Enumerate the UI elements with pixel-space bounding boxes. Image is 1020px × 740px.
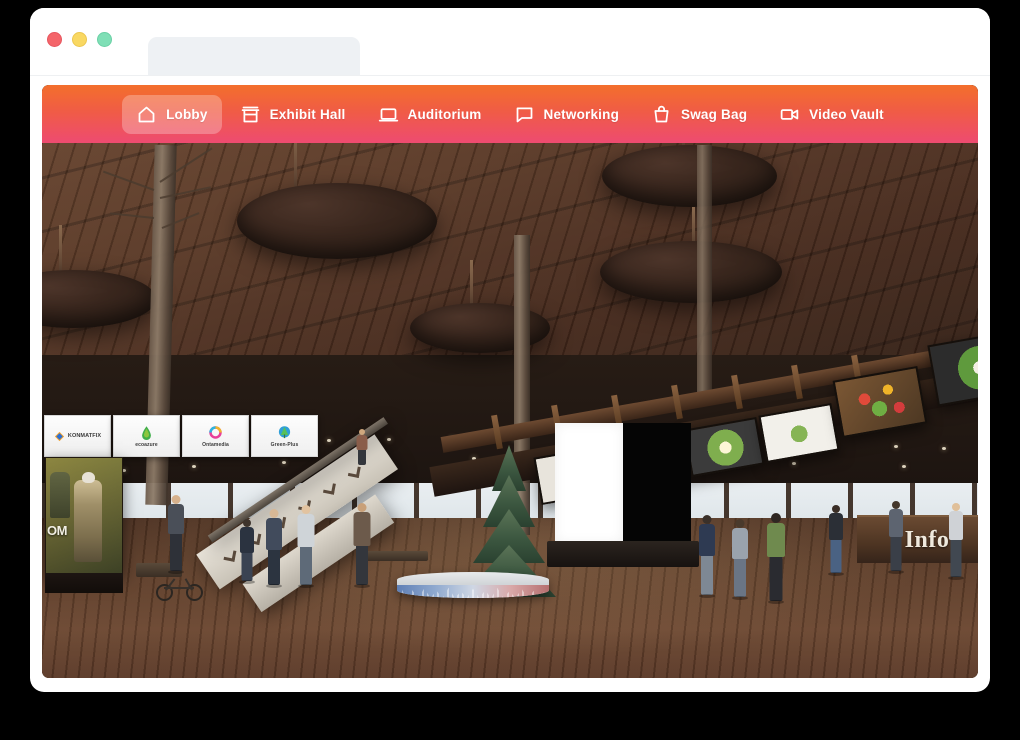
nav-label-networking: Networking (543, 106, 620, 122)
pendant-lamp (237, 183, 437, 259)
app-viewport: Lobby Exhibit Hall Auditorium Networking… (42, 85, 978, 678)
kiosk-base (547, 541, 699, 567)
bicycle (154, 577, 206, 601)
pendant-lamp (602, 145, 777, 207)
sponsor-card-ontamedia[interactable]: Ontamedia (182, 415, 249, 457)
nav-item-swag-bag[interactable]: Swag Bag (637, 95, 761, 134)
avatar[interactable] (352, 503, 372, 588)
pendant-lamp (600, 241, 782, 303)
sponsor-name: KONMATFIX (67, 433, 102, 439)
poster-main-figure (74, 472, 102, 562)
poster-board[interactable]: OM (45, 457, 123, 575)
sponsor-card-green-plus[interactable]: Green-Plus (251, 415, 318, 457)
nav-label-lobby: Lobby (166, 106, 208, 122)
browser-tab[interactable] (148, 37, 360, 75)
nav-item-auditorium[interactable]: Auditorium (364, 95, 496, 134)
tree-stage-platform (397, 572, 549, 598)
info-desk-label: Info (904, 526, 950, 553)
stage-mountain-band (397, 585, 549, 598)
indoor-tree-trunk (697, 145, 712, 405)
nav-item-video-vault[interactable]: Video Vault (765, 95, 898, 134)
home-icon (136, 104, 157, 125)
chat-bubble-icon (514, 104, 535, 125)
avatar[interactable] (296, 505, 316, 588)
sponsor-card-konmatfix[interactable]: KONMATFIX (44, 415, 111, 457)
leaf-icon (142, 425, 151, 440)
sponsor-name: ecoazure (135, 441, 158, 448)
kiosk-right-panel[interactable] (623, 423, 691, 543)
diamond-icon (54, 431, 64, 441)
laptop-icon (378, 104, 399, 125)
avatar[interactable] (730, 519, 750, 600)
sponsor-name: Green-Plus (270, 441, 299, 448)
nav-label-exhibit-hall: Exhibit Hall (269, 106, 346, 122)
avatar[interactable] (355, 429, 369, 465)
kiosk-left-panel[interactable] (555, 423, 623, 543)
store-icon (240, 104, 261, 125)
maximize-button[interactable] (97, 32, 112, 47)
nav-label-video-vault: Video Vault (809, 106, 884, 122)
close-button[interactable] (47, 32, 62, 47)
center-display-kiosk[interactable] (555, 423, 691, 543)
browser-tab-strip (148, 37, 360, 75)
ring-icon (209, 425, 222, 439)
poster-base (45, 573, 123, 593)
minimize-button[interactable] (72, 32, 87, 47)
shopping-bag-icon (651, 104, 672, 125)
window-controls (47, 32, 112, 47)
poster-soldier-figure (50, 472, 70, 518)
nav-label-swag-bag: Swag Bag (681, 106, 748, 122)
avatar[interactable] (887, 501, 905, 574)
lamp-rod (470, 260, 473, 308)
planter (364, 551, 428, 561)
avatar[interactable] (264, 509, 284, 588)
sponsor-name: Ontamedia (202, 441, 229, 448)
main-navigation: Lobby Exhibit Hall Auditorium Networking… (42, 85, 978, 143)
browser-window: Lobby Exhibit Hall Auditorium Networking… (30, 8, 990, 692)
avatar[interactable] (947, 503, 965, 580)
lamp-rod (59, 225, 62, 275)
tree-icon (278, 425, 291, 438)
avatar[interactable] (827, 505, 845, 576)
sponsor-logo-konmatfix: KONMATFIX (54, 431, 101, 442)
avatar[interactable] (697, 515, 717, 598)
nav-item-exhibit-hall[interactable]: Exhibit Hall (226, 95, 360, 134)
avatar[interactable] (238, 519, 256, 584)
nav-label-auditorium: Auditorium (407, 106, 482, 122)
browser-titlebar (30, 8, 990, 76)
sponsor-banner-row: KONMATFIX ecoazure Ontamedia Green-Plus (44, 415, 318, 457)
sponsor-card-ecoazure[interactable]: ecoazure (113, 415, 180, 457)
avatar[interactable] (765, 513, 787, 604)
video-camera-icon (779, 104, 800, 125)
lobby-3d-scene[interactable]: KONMATFIX ecoazure Ontamedia Green-Plus … (42, 85, 978, 678)
nav-item-lobby[interactable]: Lobby (122, 94, 222, 134)
nav-item-networking[interactable]: Networking (500, 95, 634, 134)
avatar[interactable] (166, 495, 186, 574)
poster-text: OM (47, 523, 67, 538)
